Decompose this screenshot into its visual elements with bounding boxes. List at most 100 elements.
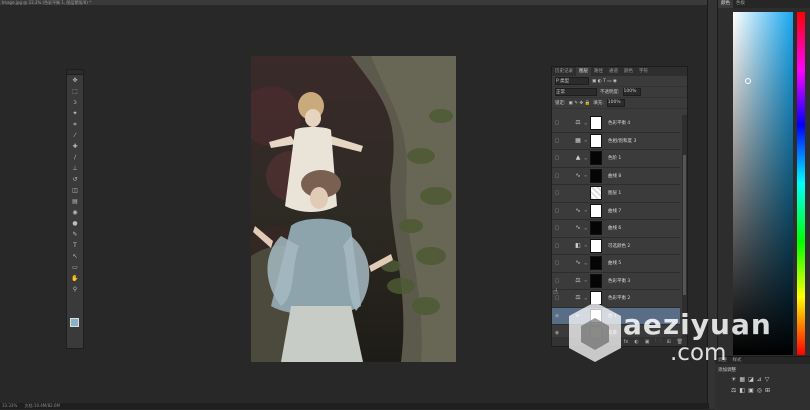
layer-row[interactable]: ▢ ⚖ ∞ 色彩平衡 3 — [552, 273, 680, 290]
adjustment-icon[interactable]: ◎ — [757, 387, 762, 394]
layer-row[interactable]: ▢ ∿ ∞ 曲线 5 — [552, 255, 680, 273]
visibility-eye-icon[interactable]: ▢ — [552, 208, 562, 214]
layer-mask-thumbnail[interactable] — [590, 168, 602, 183]
layer-row[interactable]: ▢ ▲ ∞ 色阶 1 — [552, 150, 680, 168]
visibility-eye-icon[interactable]: ▢ — [552, 278, 562, 284]
mask-link-icon[interactable]: ∞ — [584, 243, 588, 248]
layer-type-icon: ▲ — [575, 154, 581, 162]
lock-row: 锁定: ▣ ✎ ✥ 🔒 填充: 100% — [552, 98, 687, 109]
visibility-eye-icon[interactable]: ▢ — [552, 295, 562, 301]
document-image[interactable] — [251, 56, 456, 362]
mask-link-icon[interactable]: ∞ — [584, 208, 588, 213]
foreground-color-swatch[interactable] — [70, 318, 79, 327]
adjustment-icon[interactable]: ⊞ — [765, 387, 770, 394]
layer-row[interactable]: ▢ ∿ ∞ 曲线 7 — [552, 203, 680, 220]
color-tab-1[interactable]: 色板 — [733, 0, 748, 8]
tab-0[interactable]: 历史记录 — [552, 67, 576, 76]
adjustment-icon[interactable]: ⊿ — [757, 376, 762, 383]
layer-filter-row: P 类型 ▣ ◐ T ▭ ◉ — [552, 76, 687, 87]
tool-heal-icon[interactable]: ✚ — [67, 141, 83, 152]
visibility-eye-icon[interactable]: ▢ — [552, 225, 562, 231]
tool-hand-icon[interactable]: ✋ — [67, 273, 83, 284]
layer-mask-thumbnail[interactable] — [590, 203, 602, 218]
layer-mask-thumbnail[interactable] — [590, 133, 602, 148]
mask-link-icon[interactable]: ∞ — [584, 226, 588, 231]
tool-path-select-icon[interactable]: ↖ — [67, 251, 83, 262]
tool-type-icon[interactable]: T — [67, 240, 83, 251]
layer-row[interactable]: ▢ ∿ ∞ 曲线 8 — [552, 168, 680, 185]
visibility-eye-icon[interactable]: ▢ — [552, 190, 562, 196]
tab-2[interactable]: 路径 — [591, 67, 606, 76]
tool-dodge-icon[interactable]: ● — [67, 218, 83, 229]
blend-mode-select[interactable]: 正常 — [555, 88, 597, 96]
tool-stamp-icon[interactable]: ⊥ — [67, 163, 83, 174]
layer-row[interactable]: ▢ ▦ ∞ 色相/饱和度 3 — [552, 133, 680, 150]
tool-move-icon[interactable]: ✥ — [67, 75, 83, 86]
visibility-eye-icon[interactable]: ◉ — [552, 330, 562, 336]
tool-eyedropper-icon[interactable]: ⁄ — [67, 130, 83, 141]
layer-type-icon: ∿ — [575, 224, 581, 232]
tool-marquee-icon[interactable]: ⬚ — [67, 86, 83, 97]
watermark-logo-icon — [569, 302, 621, 362]
adjustment-icon[interactable]: ◧ — [739, 387, 745, 394]
layer-row[interactable]: ▢ ∿ ∞ 曲线 6 — [552, 220, 680, 238]
mask-link-icon[interactable]: ∞ — [584, 156, 588, 161]
tab-3[interactable]: 通道 — [606, 67, 621, 76]
tool-eraser-icon[interactable]: ◫ — [67, 185, 83, 196]
zoom-level[interactable]: 33.33% — [2, 403, 17, 408]
color-tab-0[interactable]: 颜色 — [718, 0, 733, 8]
color-picker-ring[interactable] — [745, 78, 751, 84]
adjustment-icon[interactable]: ☀ — [731, 376, 736, 383]
visibility-eye-icon[interactable]: ▢ — [552, 120, 562, 126]
tool-history-brush-icon[interactable]: ↺ — [67, 174, 83, 185]
tool-brush-icon[interactable]: ∕ — [67, 152, 83, 163]
lock-icons[interactable]: ▣ ✎ ✥ 🔒 — [569, 101, 591, 106]
adjustment-icon[interactable]: ▦ — [739, 376, 745, 383]
mask-link-icon[interactable]: ∞ — [584, 278, 588, 283]
filter-icons[interactable]: ▣ ◐ T ▭ ◉ — [592, 79, 617, 84]
layer-mask-thumbnail[interactable] — [590, 238, 602, 253]
layer-mask-thumbnail[interactable] — [590, 256, 602, 271]
visibility-eye-icon[interactable]: ▢ — [552, 138, 562, 144]
visibility-eye-icon[interactable]: ▢ — [552, 243, 562, 249]
layer-filter-select[interactable]: P 类型 — [555, 77, 589, 85]
layer-name: 曲线 5 — [608, 261, 622, 267]
fill-field[interactable]: 100% — [606, 99, 625, 107]
color-panel-tabs: 颜色 色板 — [718, 0, 810, 8]
adjustment-icon[interactable]: ⚖ — [731, 387, 736, 394]
visibility-eye-icon[interactable]: ◉ — [552, 313, 562, 319]
layer-mask-thumbnail[interactable] — [590, 116, 602, 131]
layer-type-icon: ⚖ — [575, 119, 581, 127]
tab-5[interactable]: 字符 — [636, 67, 651, 76]
tool-zoom-icon[interactable]: ⚲ — [67, 284, 83, 295]
layer-row[interactable]: ▢ ◧ ∞ 可选颜色 2 — [552, 238, 680, 255]
layer-thumbnail[interactable] — [590, 186, 602, 201]
mask-link-icon[interactable]: ∞ — [584, 121, 588, 126]
tool-crop-icon[interactable]: ⌗ — [67, 119, 83, 130]
layer-row[interactable]: ▢ ⚖ ∞ 色彩平衡 4 — [552, 115, 680, 133]
mask-link-icon[interactable]: ∞ — [584, 138, 588, 143]
opacity-field[interactable]: 100% — [622, 88, 641, 96]
tool-shape-icon[interactable]: ▭ — [67, 262, 83, 273]
visibility-eye-icon[interactable]: ▢ — [552, 155, 562, 161]
tool-pen-icon[interactable]: ✎ — [67, 229, 83, 240]
layers-scroll-thumb[interactable] — [683, 155, 686, 295]
mask-link-icon[interactable]: ∞ — [584, 173, 588, 178]
tool-gradient-icon[interactable]: ▤ — [67, 196, 83, 207]
tool-quick-select-icon[interactable]: ✦ — [67, 108, 83, 119]
layer-mask-thumbnail[interactable] — [590, 151, 602, 166]
visibility-eye-icon[interactable]: ▢ — [552, 260, 562, 266]
adjustment-icon[interactable]: ▽ — [765, 376, 770, 383]
adjustment-icon[interactable]: ◪ — [748, 376, 754, 383]
layer-row[interactable]: ▢ 图层 1 — [552, 185, 680, 203]
tool-blur-icon[interactable]: ◉ — [67, 207, 83, 218]
tool-lasso-icon[interactable]: ↄ — [67, 97, 83, 108]
layer-mask-thumbnail[interactable] — [590, 221, 602, 236]
visibility-eye-icon[interactable]: ▢ — [552, 173, 562, 179]
mask-link-icon[interactable]: ∞ — [584, 261, 588, 266]
layer-mask-thumbnail[interactable] — [590, 273, 602, 288]
tools-panel: ✥ ⬚ ↄ ✦ ⌗ ⁄ ✚ ∕ ⊥ ↺ ◫ ▤ ◉ ● ✎ T ↖ ▭ ✋ ⚲ — [66, 69, 84, 349]
tab-1[interactable]: 图层 — [576, 67, 591, 76]
adjustment-icon[interactable]: ▣ — [748, 387, 754, 394]
tab-4[interactable]: 颜色 — [621, 67, 636, 76]
